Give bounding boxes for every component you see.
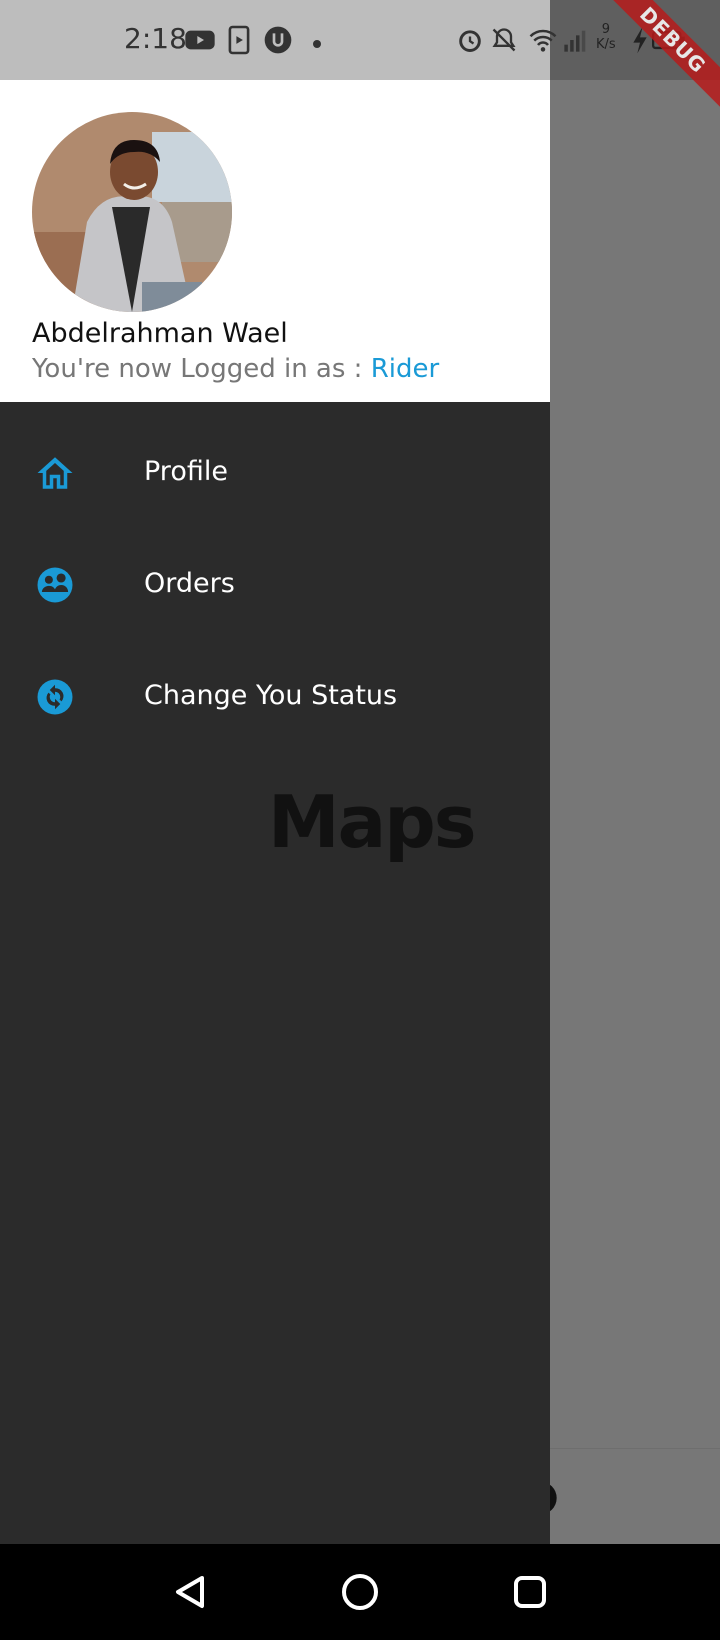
drawer-header: Abdelrahman Wael You're now Logged in as… xyxy=(0,80,550,402)
status-bar: 2:18 9 K/s xyxy=(0,0,720,80)
alarm-icon xyxy=(456,24,484,56)
vpn-icon xyxy=(262,24,294,56)
recents-icon[interactable] xyxy=(508,1570,552,1614)
drawer-item-orders[interactable]: Orders xyxy=(0,540,550,630)
dot-icon xyxy=(312,34,322,66)
wifi-icon xyxy=(528,24,558,56)
system-navigation-bar xyxy=(0,1544,720,1640)
home-outline-icon xyxy=(34,452,76,494)
drawer-item-profile[interactable]: Profile xyxy=(0,428,550,518)
mute-icon xyxy=(490,24,518,56)
youtube-icon xyxy=(184,24,216,56)
user-name: Abdelrahman Wael xyxy=(32,318,288,349)
avatar[interactable] xyxy=(32,112,232,312)
login-status: You're now Logged in as : Rider xyxy=(32,354,439,384)
drawer-item-label: Orders xyxy=(144,568,235,599)
status-time: 2:18 xyxy=(124,22,187,55)
signal-icon xyxy=(562,24,590,56)
drawer-item-label: Profile xyxy=(144,456,228,487)
sync-circle-icon xyxy=(34,676,76,718)
net-speed-value: 9 xyxy=(601,22,610,37)
home-button-icon[interactable] xyxy=(338,1570,382,1614)
people-circle-icon xyxy=(34,564,76,606)
login-prefix: You're now Logged in as : xyxy=(32,354,371,384)
net-speed-unit: K/s xyxy=(596,37,616,52)
page-title: Maps xyxy=(268,780,477,864)
back-icon[interactable] xyxy=(168,1570,212,1614)
drawer-item-change-status[interactable]: Change You Status xyxy=(0,652,550,742)
net-speed: 9 K/s xyxy=(596,22,616,52)
user-role: Rider xyxy=(370,354,440,384)
drawer-item-label: Change You Status xyxy=(144,680,398,711)
media-icon xyxy=(226,24,252,56)
